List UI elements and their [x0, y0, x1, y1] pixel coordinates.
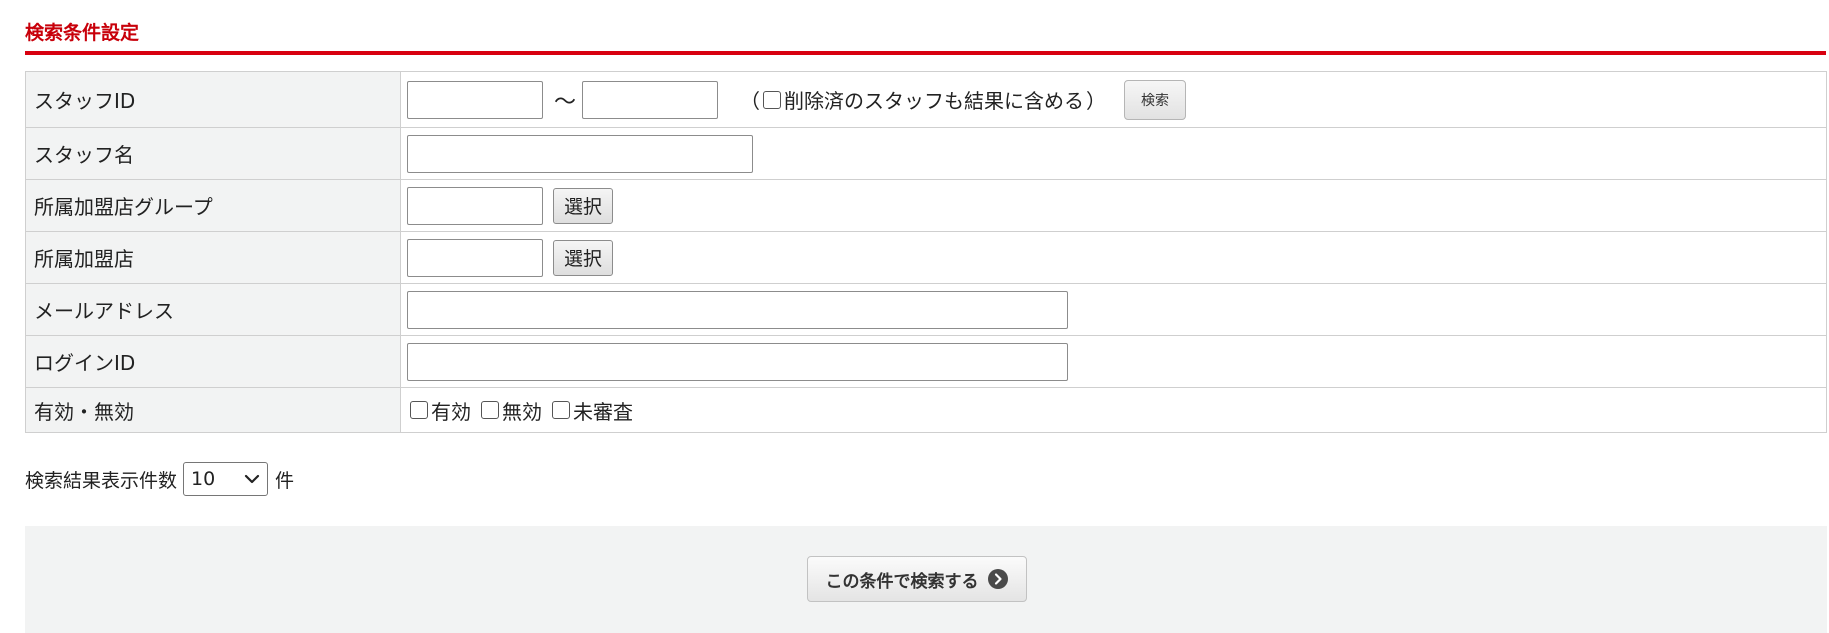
staff-id-to-input[interactable]	[582, 80, 719, 119]
search-submit-button[interactable]: この条件で検索する	[807, 556, 1027, 602]
store-field-cell: 選択	[400, 231, 1827, 284]
row-staff-name: スタッフ名	[25, 127, 1827, 180]
paren-open: （	[740, 89, 761, 113]
status-active-label[interactable]: 有効	[431, 396, 471, 425]
staff-name-field-cell	[400, 127, 1827, 180]
chevron-down-icon	[244, 474, 260, 484]
row-store-group: 所属加盟店グループ 選択	[25, 179, 1827, 232]
staff-name-input[interactable]	[407, 134, 753, 173]
status-label: 有効・無効	[25, 387, 401, 433]
page-size-selected-value: 10	[191, 468, 216, 490]
row-email: メールアドレス	[25, 283, 1827, 336]
store-group-field-cell: 選択	[400, 179, 1827, 232]
status-inactive-checkbox[interactable]	[481, 401, 499, 419]
store-group-input[interactable]	[407, 186, 543, 225]
email-label: メールアドレス	[25, 283, 401, 336]
section-title-rule	[25, 51, 1826, 55]
range-separator: ～	[554, 89, 577, 115]
login-id-field-cell	[400, 335, 1827, 388]
paren-close: ）	[1086, 89, 1107, 113]
page-size-unit: 件	[275, 469, 295, 492]
store-group-label: 所属加盟店グループ	[25, 179, 401, 232]
staff-id-label: スタッフID	[25, 71, 401, 128]
search-submit-label: この条件で検索する	[825, 571, 979, 592]
login-id-label: ログインID	[25, 335, 401, 388]
status-option-unreviewed[interactable]: 未審査	[549, 396, 633, 425]
chevron-right-circle-icon	[987, 569, 1008, 589]
page-size-select[interactable]: 10	[183, 462, 269, 496]
login-id-input[interactable]	[407, 342, 1068, 381]
status-active-checkbox[interactable]	[410, 401, 428, 419]
row-status: 有効・無効 有効 無効 未審査	[25, 387, 1827, 433]
status-unreviewed-label[interactable]: 未審査	[573, 396, 633, 425]
row-login-id: ログインID	[25, 335, 1827, 388]
row-staff-id: スタッフID ～ （ 削除済のスタッフも結果に含める ） 検索	[25, 71, 1827, 128]
search-conditions-table: スタッフID ～ （ 削除済のスタッフも結果に含める ） 検索 スタッフ名 所属…	[25, 71, 1827, 433]
store-select-button[interactable]: 選択	[553, 239, 614, 276]
email-input[interactable]	[407, 290, 1068, 329]
include-deleted-label[interactable]: 削除済のスタッフも結果に含める	[784, 85, 1084, 114]
status-option-active[interactable]: 有効	[407, 396, 471, 425]
status-unreviewed-checkbox[interactable]	[552, 401, 570, 419]
status-inactive-label[interactable]: 無効	[502, 396, 542, 425]
row-store: 所属加盟店 選択	[25, 231, 1827, 284]
email-field-cell	[400, 283, 1827, 336]
status-field-cell: 有効 無効 未審査	[400, 387, 1827, 433]
store-input[interactable]	[407, 238, 543, 277]
status-option-inactive[interactable]: 無効	[478, 396, 542, 425]
store-label: 所属加盟店	[25, 231, 401, 284]
staff-id-search-button[interactable]: 検索	[1124, 79, 1187, 120]
submit-panel: この条件で検索する	[25, 526, 1827, 633]
staff-id-field-cell: ～ （ 削除済のスタッフも結果に含める ） 検索	[400, 71, 1827, 128]
staff-name-label: スタッフ名	[25, 127, 401, 180]
page-size-label: 検索結果表示件数	[25, 469, 178, 492]
include-deleted-checkbox[interactable]	[763, 90, 782, 109]
staff-id-from-input[interactable]	[407, 80, 543, 119]
section-title: 検索条件設定	[25, 22, 140, 44]
store-group-select-button[interactable]: 選択	[553, 187, 614, 224]
page-size-control: 検索結果表示件数 10 件	[25, 462, 294, 496]
